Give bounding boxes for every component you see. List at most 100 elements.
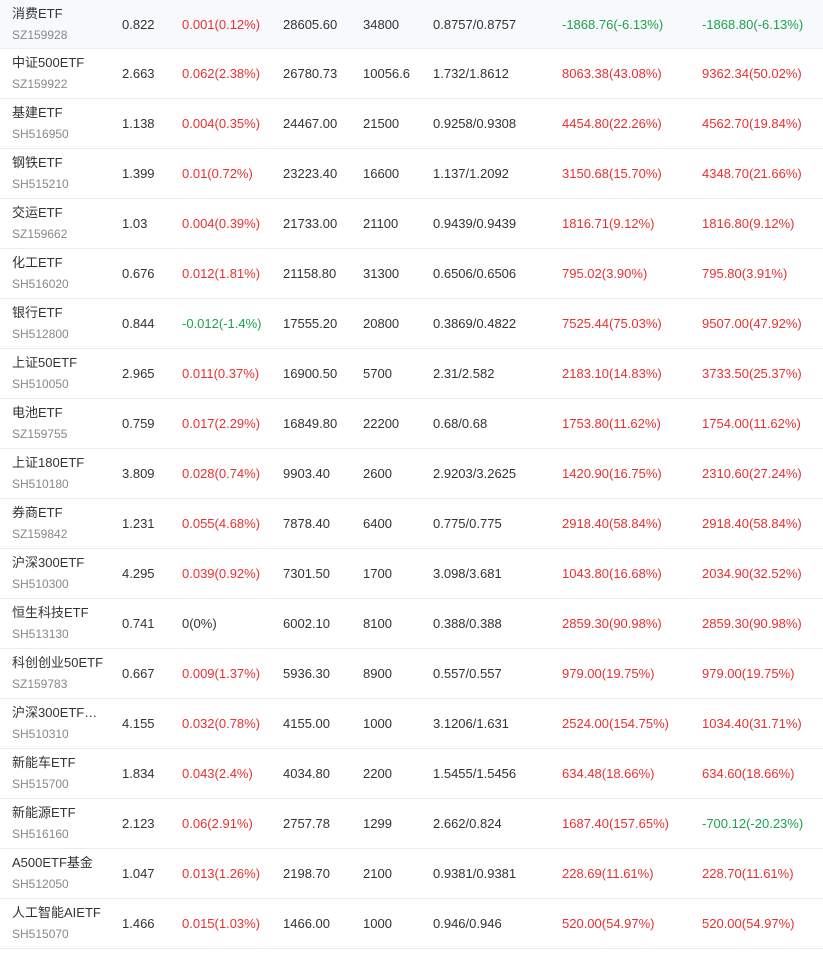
cost-price: 2.662/0.824 — [433, 816, 502, 831]
fund-name: 恒生科技ETF — [12, 605, 89, 620]
table-row[interactable]: 恒生科技ETF SH513130 0.741 0(0%) 6002.10 8100 0.38… — [0, 599, 823, 649]
cost-price: 0.557/0.557 — [433, 666, 502, 681]
fund-code: SZ159783 — [12, 677, 68, 691]
fund-code: SH516950 — [12, 127, 69, 141]
cost-price: 0.68/0.68 — [433, 416, 488, 431]
total-pnl: 1816.80(9.12%) — [702, 216, 795, 231]
table-row[interactable]: 消费ETF SZ159928 0.822 0.001(0.12%) 28605.60 34… — [0, 0, 823, 49]
fund-name-cell: 新能源ETF SH516160 — [12, 799, 116, 848]
daily-change: 0.055(4.68%) — [182, 516, 261, 531]
table-row[interactable]: 上证50ETF SH510050 2.965 0.011(0.37%) 16900.50… — [0, 349, 823, 399]
fund-name-cell: 中证500ETF SZ159922 — [12, 49, 116, 98]
table-row[interactable]: 券商ETF SZ159842 1.231 0.055(4.68%) 7878.40 640… — [0, 499, 823, 549]
fund-name: 钢铁ETF — [12, 155, 63, 170]
table-row[interactable]: 沪深300ETF… SH510310 4.155 0.032(0.78%) 4155.0… — [0, 699, 823, 749]
table-row[interactable]: 人工智能AIETF SH515070 1.466 0.015(1.03%) 1466.0… — [0, 899, 823, 949]
table-row[interactable]: 钢铁ETF SH515210 1.399 0.01(0.72%) 23223.40 166… — [0, 149, 823, 199]
table-row[interactable]: 银行ETF SH512800 0.844 -0.012(-1.4%) 17555.20 2… — [0, 299, 823, 349]
cost-price: 0.3869/0.4822 — [433, 316, 517, 331]
share-count: 16600 — [363, 166, 400, 181]
current-price: 0.667 — [122, 666, 155, 681]
market-value: 2198.70 — [283, 866, 330, 881]
fund-code: SH512800 — [12, 327, 69, 341]
table-row[interactable]: 交运ETF SZ159662 1.03 0.004(0.39%) 21733.00 211… — [0, 199, 823, 249]
holding-pnl: 1043.80(16.68%) — [562, 566, 662, 581]
total-pnl: 4348.70(21.66%) — [702, 166, 802, 181]
current-price: 1.047 — [122, 866, 155, 881]
table-row[interactable]: 基建ETF SH516950 1.138 0.004(0.35%) 24467.00 21… — [0, 99, 823, 149]
total-pnl: 4562.70(19.84%) — [702, 116, 802, 131]
share-count: 22200 — [363, 416, 400, 431]
market-value: 21733.00 — [283, 216, 338, 231]
fund-code: SH510310 — [12, 727, 69, 741]
current-price: 0.844 — [122, 316, 155, 331]
market-value: 28605.60 — [283, 16, 338, 32]
market-value: 4155.00 — [283, 716, 330, 731]
cost-price: 0.388/0.388 — [433, 616, 502, 631]
daily-change: 0.009(1.37%) — [182, 666, 261, 681]
daily-change: 0.032(0.78%) — [182, 716, 261, 731]
table-row[interactable]: 新能源ETF SH516160 2.123 0.06(2.91%) 2757.78 129… — [0, 799, 823, 849]
fund-name-cell: 化工ETF SH516020 — [12, 249, 116, 298]
table-row[interactable]: A500ETF基金 SH512050 1.047 0.013(1.26%) 2198.7… — [0, 849, 823, 899]
market-value: 4034.80 — [283, 766, 330, 781]
table-row[interactable]: 沪深300ETF SH510300 4.295 0.039(0.92%) 7301.50… — [0, 549, 823, 599]
fund-name: 银行ETF — [12, 305, 63, 320]
fund-name-cell: 上证50ETF SH510050 — [12, 349, 116, 398]
table-row[interactable]: 新能车ETF SH515700 1.834 0.043(2.4%) 4034.80 220… — [0, 749, 823, 799]
table-row[interactable]: 电池ETF SZ159755 0.759 0.017(2.29%) 16849.80 22… — [0, 399, 823, 449]
fund-name: 交运ETF — [12, 205, 63, 220]
total-pnl: 2918.40(58.84%) — [702, 516, 802, 531]
fund-code: SH510180 — [12, 477, 69, 491]
table-row[interactable]: 化工ETF SH516020 0.676 0.012(1.81%) 21158.80 31… — [0, 249, 823, 299]
share-count: 21100 — [363, 216, 399, 231]
market-value: 17555.20 — [283, 316, 338, 331]
cost-price: 0.9258/0.9308 — [433, 116, 517, 131]
fund-name: 新能源ETF — [12, 805, 76, 820]
current-price: 1.399 — [122, 166, 155, 181]
fund-name: 电池ETF — [12, 405, 63, 420]
daily-change: 0.039(0.92%) — [182, 566, 261, 581]
cost-price: 0.9381/0.9381 — [433, 866, 517, 881]
fund-name: 化工ETF — [12, 255, 63, 270]
holding-pnl: 8063.38(43.08%) — [562, 66, 662, 81]
market-value: 26780.73 — [283, 66, 338, 81]
current-price: 2.663 — [122, 66, 155, 81]
current-price: 1.834 — [122, 766, 155, 781]
current-price: 0.676 — [122, 266, 155, 281]
table-row[interactable]: 中证500ETF SZ159922 2.663 0.062(2.38%) 26780.7… — [0, 49, 823, 99]
share-count: 10056.6 — [363, 66, 410, 81]
fund-name-cell: 钢铁ETF SH515210 — [12, 149, 116, 198]
fund-code: SH512050 — [12, 877, 69, 891]
cost-price: 2.31/2.582 — [433, 366, 495, 381]
holding-pnl: 2859.30(90.98%) — [562, 616, 662, 631]
fund-name-cell: 电池ETF SZ159755 — [12, 399, 116, 448]
cost-price: 0.9439/0.9439 — [433, 216, 517, 231]
fund-name-cell: 科创创业50ETF SZ159783 — [12, 649, 116, 698]
fund-name: 券商ETF — [12, 505, 63, 520]
share-count: 1700 — [363, 566, 392, 581]
fund-name-cell: 沪深300ETF SH510300 — [12, 549, 116, 598]
current-price: 4.155 — [122, 716, 155, 731]
holding-pnl: 1753.80(11.62%) — [562, 416, 661, 431]
fund-name: 消费ETF — [12, 5, 63, 21]
fund-code: SZ159928 — [12, 27, 68, 42]
table-row[interactable]: 上证180ETF SH510180 3.809 0.028(0.74%) 9903.40… — [0, 449, 823, 499]
total-pnl: -700.12(-20.23%) — [702, 816, 804, 831]
total-pnl: 2034.90(32.52%) — [702, 566, 802, 581]
share-count: 20800 — [363, 316, 400, 331]
fund-code: SH510050 — [12, 377, 69, 391]
holding-pnl: 2524.00(154.75%) — [562, 716, 669, 731]
fund-code: SZ159922 — [12, 77, 68, 91]
daily-change: 0.013(1.26%) — [182, 866, 261, 881]
table-row[interactable]: 科创创业50ETF SZ159783 0.667 0.009(1.37%) 5936.3… — [0, 649, 823, 699]
total-pnl: 2859.30(90.98%) — [702, 616, 802, 631]
daily-change: 0(0%) — [182, 616, 217, 631]
total-pnl: 3733.50(25.37%) — [702, 366, 802, 381]
current-price: 1.231 — [122, 516, 155, 531]
fund-name-cell: 上证180ETF SH510180 — [12, 449, 116, 498]
current-price: 2.965 — [122, 366, 155, 381]
daily-change: 0.004(0.39%) — [182, 216, 261, 231]
holding-pnl: 2918.40(58.84%) — [562, 516, 662, 531]
fund-name-cell: 消费ETF SZ159928 — [12, 0, 116, 48]
